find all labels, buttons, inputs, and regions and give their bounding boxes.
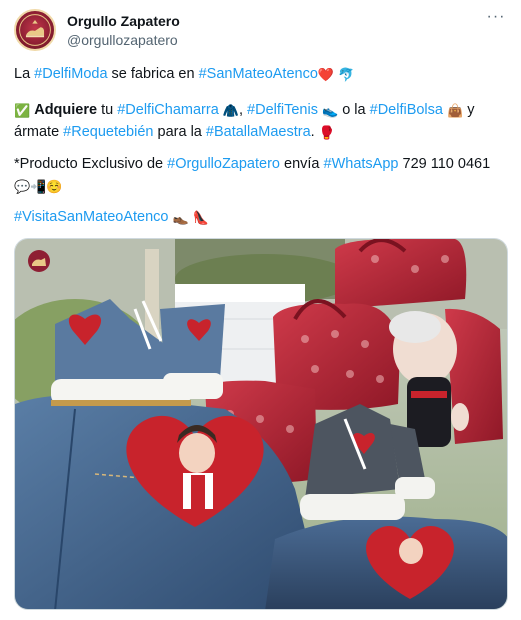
more-dots-icon[interactable]: ··· bbox=[483, 8, 509, 30]
red-heart-icon: ❤️ bbox=[317, 67, 335, 82]
speech-bubble-icon: 💬 bbox=[14, 179, 31, 194]
orgullo-zapatero-logo bbox=[19, 14, 51, 46]
tweet-paragraph-4: #VisitaSanMateoAtenco 👞 👠 bbox=[14, 206, 509, 228]
text: para la bbox=[153, 124, 206, 140]
text: . bbox=[310, 124, 315, 140]
tweet-paragraph-1: La #DelfiModa se fabrica en #SanMateoAte… bbox=[14, 63, 509, 85]
boxing-glove-icon: 🥊 bbox=[318, 125, 335, 140]
text: *Producto Exclusivo de bbox=[14, 156, 168, 172]
user-handle[interactable]: @orgullozapatero bbox=[67, 31, 180, 49]
hashtag-link[interactable]: #DelfiModa bbox=[34, 66, 107, 82]
hashtag-link[interactable]: #DelfiBolsa bbox=[370, 102, 443, 118]
text: envía bbox=[279, 156, 324, 172]
display-name[interactable]: Orgullo Zapatero bbox=[67, 12, 180, 30]
phone-number: 729 110 0461 bbox=[398, 156, 491, 172]
hashtag-link[interactable]: #BatallaMaestra bbox=[206, 124, 311, 140]
hashtag-link[interactable]: #SanMateoAtenco bbox=[199, 66, 318, 82]
hashtag-link[interactable]: #OrgulloZapatero bbox=[167, 156, 280, 172]
product-photo bbox=[15, 239, 507, 609]
hashtag-link[interactable]: #WhatsApp bbox=[324, 156, 399, 172]
bold-text: Adquiere bbox=[34, 102, 98, 118]
hashtag-link[interactable]: #VisitaSanMateoAtenco bbox=[14, 209, 169, 225]
tweet-paragraph-2: ✅ Adquiere tu #DelfiChamarra 🧥, #DelfiTe… bbox=[14, 99, 509, 143]
smiling-face-icon: ☺️ bbox=[46, 179, 63, 194]
text: tu bbox=[97, 102, 118, 118]
sneaker-icon: 👟 bbox=[322, 103, 339, 118]
hashtag-link[interactable]: #DelfiTenis bbox=[247, 102, 318, 118]
hashtag-link[interactable]: #DelfiChamarra bbox=[117, 102, 219, 118]
tweet-card: Orgullo Zapatero @orgullozapatero ··· La… bbox=[0, 0, 521, 620]
tweet-photo[interactable] bbox=[14, 238, 508, 610]
high-heel-icon: 👠 bbox=[192, 210, 209, 225]
author-info: Orgullo Zapatero @orgullozapatero bbox=[67, 12, 180, 49]
tweet-paragraph-3: *Producto Exclusivo de #OrgulloZapatero … bbox=[14, 153, 509, 197]
dolphin-icon: 🐬 bbox=[338, 67, 355, 82]
hashtag-link[interactable]: #Requetebién bbox=[63, 124, 153, 140]
avatar[interactable] bbox=[14, 9, 56, 51]
text: se fabrica en bbox=[107, 66, 199, 82]
check-mark-icon: ✅ bbox=[14, 103, 31, 118]
mans-shoe-icon: 👞 bbox=[172, 210, 189, 225]
handbag-icon: 👜 bbox=[447, 103, 464, 118]
text: o la bbox=[338, 102, 370, 118]
text: , bbox=[238, 102, 248, 118]
text: La bbox=[14, 66, 35, 82]
mobile-phone-arrow-icon: 📲 bbox=[30, 179, 47, 194]
coat-icon: 🧥 bbox=[222, 103, 239, 118]
